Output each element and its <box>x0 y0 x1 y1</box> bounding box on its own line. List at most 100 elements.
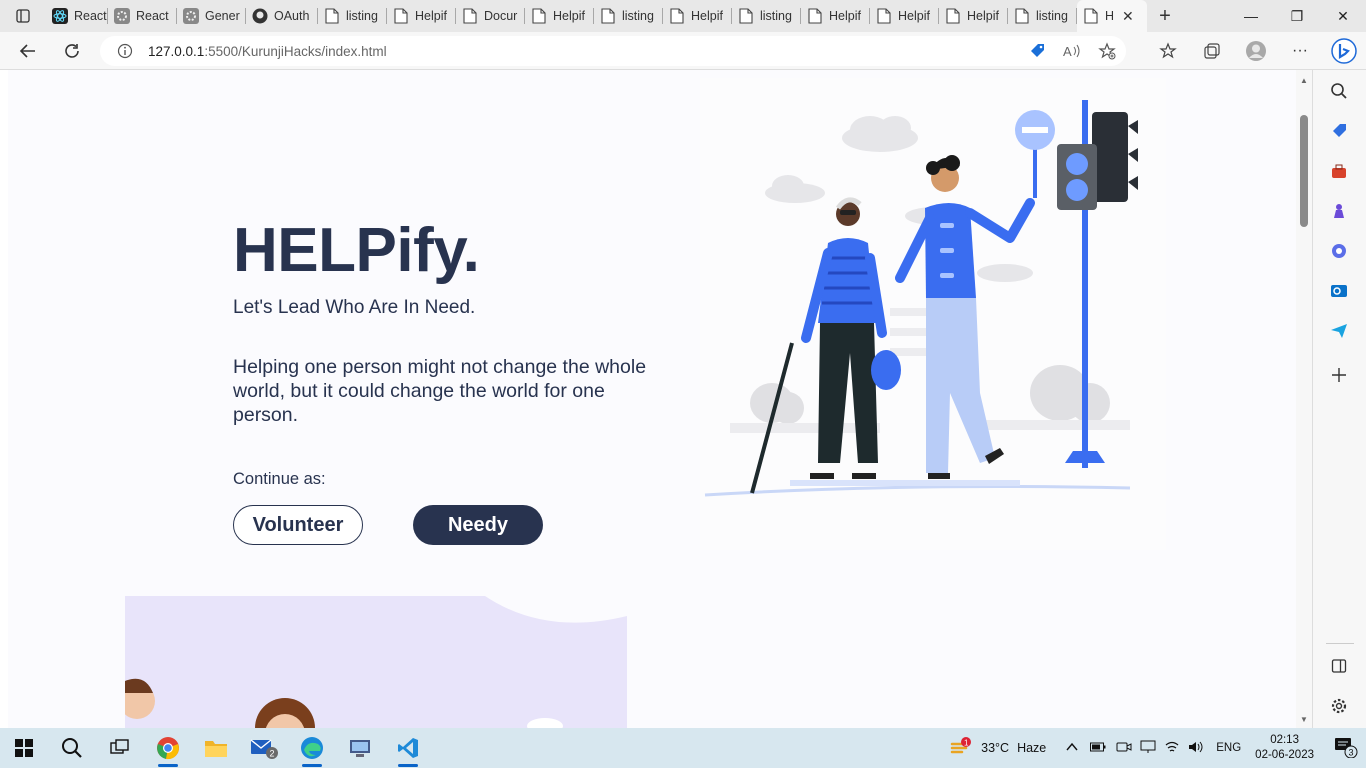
tab-6[interactable]: Helpif <box>387 0 456 32</box>
battery-icon[interactable] <box>1090 741 1106 755</box>
tab-7[interactable]: Docur <box>456 0 525 32</box>
meet-now-icon[interactable] <box>1116 740 1132 757</box>
scroll-down-icon[interactable]: ▼ <box>1300 715 1308 724</box>
page-content: HELPify. Let's Lead Who Are In Need. Hel… <box>8 70 1296 728</box>
tab-actions-icon[interactable] <box>0 0 46 32</box>
collections-icon[interactable] <box>1190 42 1234 60</box>
tab-11[interactable]: listing <box>732 0 801 32</box>
mail-icon[interactable]: 2 <box>240 728 288 768</box>
back-icon[interactable] <box>8 32 48 70</box>
scroll-up-icon[interactable]: ▲ <box>1300 76 1308 85</box>
temperature: 33°C <box>981 741 1010 755</box>
tab-16[interactable]: H ✕ <box>1077 0 1147 32</box>
tab-5[interactable]: listing <box>318 0 387 32</box>
tools-icon[interactable] <box>1328 160 1350 182</box>
shopping-icon[interactable] <box>1328 120 1350 142</box>
settings-gear-icon[interactable] <box>1328 695 1350 717</box>
restore-icon[interactable]: ❐ <box>1274 0 1320 32</box>
more-options-icon[interactable]: ··· <box>1278 42 1322 60</box>
search-icon[interactable] <box>1328 80 1350 102</box>
clock[interactable]: 02:13 02-06-2023 <box>1255 733 1314 763</box>
tab-label: Helpif <box>829 9 861 23</box>
close-tab-icon[interactable]: ✕ <box>1122 8 1134 25</box>
games-icon[interactable] <box>1328 200 1350 222</box>
clock-time: 02:13 <box>1270 734 1299 746</box>
page-icon <box>324 8 340 24</box>
chrome-icon[interactable] <box>144 728 192 768</box>
page-title: HELPify. <box>233 216 480 285</box>
scrollbar-thumb[interactable] <box>1300 115 1308 227</box>
language-indicator[interactable]: ENG <box>1216 742 1241 754</box>
tab-13[interactable]: Helpif <box>870 0 939 32</box>
volume-icon[interactable] <box>1188 740 1204 757</box>
tab-4[interactable]: OAuth <box>246 0 318 32</box>
tab-1[interactable]: React <box>46 0 108 32</box>
notification-count: 3 <box>1349 747 1354 757</box>
needy-button[interactable]: Needy <box>413 505 543 545</box>
page-icon <box>876 8 892 24</box>
tab-label: Docur <box>484 9 518 23</box>
tab-8[interactable]: Helpif <box>525 0 594 32</box>
tab-12[interactable]: Helpif <box>801 0 870 32</box>
chevron-up-icon[interactable] <box>1066 741 1078 755</box>
tab-label: Helpif <box>967 9 999 23</box>
gear-icon <box>183 8 199 24</box>
tab-label: listing <box>346 9 378 23</box>
tab-label: Helpif <box>898 9 930 23</box>
gear-icon <box>114 8 130 24</box>
clock-date: 02-06-2023 <box>1255 749 1314 761</box>
edge-icon[interactable] <box>288 728 336 768</box>
start-icon[interactable] <box>0 728 48 768</box>
shopping-tag-icon[interactable] <box>1028 42 1046 63</box>
notification-icon[interactable]: 3 <box>1334 736 1358 761</box>
page-icon <box>1014 8 1030 24</box>
tab-label: listing <box>622 9 654 23</box>
weather-icon[interactable]: 1 <box>949 736 972 761</box>
display-icon[interactable] <box>1140 740 1156 757</box>
page-icon <box>600 8 616 24</box>
site-info-icon[interactable] <box>116 42 134 60</box>
taskbar-search-icon[interactable] <box>48 728 96 768</box>
volunteer-button[interactable]: Volunteer <box>233 505 363 545</box>
add-favorite-icon[interactable] <box>1098 42 1116 63</box>
address-toolbar: 127.0.0.1:5500/KurunjiHacks/index.html A… <box>0 32 1366 70</box>
tab-14[interactable]: Helpif <box>939 0 1008 32</box>
read-aloud-icon[interactable]: A <box>1062 42 1082 63</box>
vscode-icon[interactable] <box>384 728 432 768</box>
tab-3[interactable]: Gener <box>177 0 246 32</box>
add-icon[interactable] <box>1328 364 1350 386</box>
tab-15[interactable]: listing <box>1008 0 1077 32</box>
file-explorer-icon[interactable] <box>192 728 240 768</box>
vertical-scrollbar[interactable]: ▲ ▼ <box>1296 70 1312 728</box>
task-view-icon[interactable] <box>96 728 144 768</box>
tab-10[interactable]: Helpif <box>663 0 732 32</box>
send-icon[interactable] <box>1328 320 1350 342</box>
wifi-icon[interactable] <box>1164 740 1180 757</box>
hero-illustration <box>700 78 1166 550</box>
url-bar[interactable]: 127.0.0.1:5500/KurunjiHacks/index.html A <box>100 36 1126 66</box>
tab-9[interactable]: listing <box>594 0 663 32</box>
remote-desktop-icon[interactable] <box>336 728 384 768</box>
close-window-icon[interactable]: ✕ <box>1320 0 1366 32</box>
office-icon[interactable] <box>1328 240 1350 262</box>
favorites-icon[interactable] <box>1146 42 1190 60</box>
page-icon <box>1083 8 1099 24</box>
page-icon <box>807 8 823 24</box>
tab-label: H <box>1105 9 1115 23</box>
tab-label: Helpif <box>553 9 585 23</box>
page-icon <box>738 8 754 24</box>
refresh-icon[interactable] <box>52 32 92 70</box>
bing-icon[interactable] <box>1322 38 1366 64</box>
new-tab-button[interactable]: + <box>1147 0 1183 32</box>
tagline: Let's Lead Who Are In Need. <box>233 297 476 318</box>
section-illustration <box>125 596 627 728</box>
profile-avatar-icon[interactable] <box>1234 40 1278 62</box>
tab-2[interactable]: React <box>108 0 177 32</box>
edge-sidebar <box>1312 70 1366 728</box>
sidebar-toggle-icon[interactable] <box>1328 655 1350 677</box>
minimize-icon[interactable]: — <box>1228 0 1274 32</box>
page-icon <box>462 8 478 24</box>
weather-text: Haze <box>1017 741 1047 755</box>
outlook-icon[interactable] <box>1328 280 1350 302</box>
page-icon <box>531 8 547 24</box>
